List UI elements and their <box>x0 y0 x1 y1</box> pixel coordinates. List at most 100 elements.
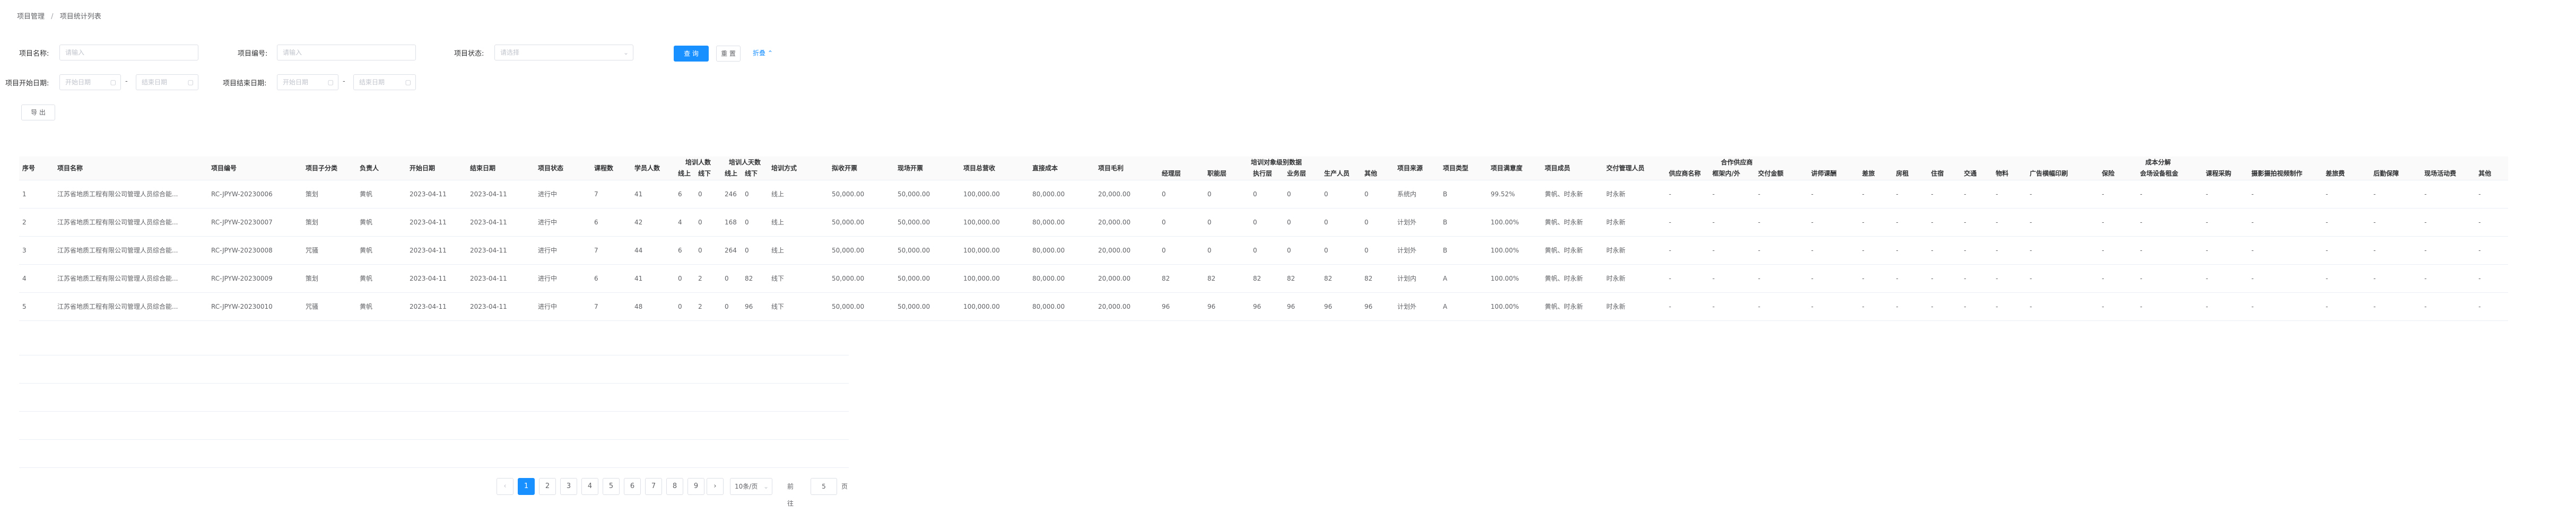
page-button-8[interactable]: 8 <box>666 478 683 495</box>
cell-code: RC-JPYW-20230009 <box>208 264 302 293</box>
start-date-to-input[interactable]: 结束日期 ▢ <box>136 74 198 90</box>
cell-fee: 50,000.00 <box>829 292 895 321</box>
cell-satisfaction: 99.52% <box>1487 180 1542 208</box>
cell-source: 系统内 <box>1394 180 1440 208</box>
page-button-3[interactable]: 3 <box>560 478 577 495</box>
calendar-icon: ▢ <box>187 79 194 86</box>
prev-page-button[interactable]: ‹ <box>497 478 514 495</box>
cell-code: RC-JPYW-20230010 <box>208 292 302 321</box>
page-button-1[interactable]: 1 <box>518 478 535 495</box>
cell-c-lecture: - <box>1808 236 1859 265</box>
cell-c-course: - <box>2203 292 2249 321</box>
header-c-course: 课程采购 <box>2203 167 2249 180</box>
cell-start: 2023-04-11 <box>406 180 467 208</box>
cell-delivery: 时永新 <box>1603 236 1666 265</box>
header-gross: 项目毛利 <box>1095 156 1159 180</box>
header-c-stay: 住宿 <box>1928 167 1961 180</box>
project-code-input[interactable]: 请输入 <box>277 45 416 60</box>
cell-c-report: - <box>2370 236 2422 265</box>
cell-lvl-dept: 82 <box>1204 264 1250 293</box>
cell-lvl-other: 82 <box>1361 264 1395 293</box>
header-c-misc: 现场活动费 <box>2421 167 2476 180</box>
empty-row <box>19 384 849 412</box>
start-date-from-placeholder: 开始日期 <box>65 79 91 86</box>
start-date-label: 项目开始日期: <box>5 80 49 88</box>
cell-c-report: - <box>2370 292 2422 321</box>
cell-online: 0 <box>675 264 695 293</box>
cell-sup-amount: - <box>1755 236 1808 265</box>
end-date-from-placeholder: 开始日期 <box>283 79 309 86</box>
cell-fee: 50,000.00 <box>829 208 895 237</box>
project-name-input[interactable]: 请输入 <box>59 45 198 60</box>
cell-direct-cost: 80,000.00 <box>1029 292 1095 321</box>
header-sup-scope: 框架内/外 <box>1709 167 1755 180</box>
page-size-select[interactable]: 10条/页 ⌄ <box>730 478 772 495</box>
cell-c-travel: - <box>1859 292 1893 321</box>
empty-row <box>19 327 849 355</box>
jump-page-input[interactable]: 5 <box>811 478 837 495</box>
cell-c-course: - <box>2203 208 2249 237</box>
header-students: 学员人数 <box>631 156 675 180</box>
cell-lvl-mgr: 0 <box>1159 236 1205 265</box>
cell-c-traffic: - <box>1961 208 1993 237</box>
cell-source: 计划外 <box>1394 236 1440 265</box>
cell-category: B <box>1440 180 1488 208</box>
header-source: 项目来源 <box>1394 156 1440 180</box>
cell-c-hotel: - <box>1893 180 1928 208</box>
cell-lvl-exec: 82 <box>1250 264 1284 293</box>
cell-satisfaction: 100.00% <box>1487 208 1542 237</box>
cell-category: A <box>1440 264 1488 293</box>
end-date-from-input[interactable]: 开始日期 ▢ <box>277 74 338 90</box>
end-date-to-input[interactable]: 结束日期 ▢ <box>353 74 416 90</box>
reset-button[interactable]: 重 置 <box>716 46 741 62</box>
cell-c-stay: - <box>1928 292 1961 321</box>
cell-category: B <box>1440 208 1488 237</box>
page-button-2[interactable]: 2 <box>539 478 556 495</box>
cell-c-ad: - <box>2026 292 2099 321</box>
page-button-5[interactable]: 5 <box>603 478 620 495</box>
header-c-hotel: 房租 <box>1893 167 1928 180</box>
header-c-ad: 广告横幅印刷 <box>2026 167 2099 180</box>
page-button-9[interactable]: 9 <box>687 478 704 495</box>
project-stats-table: 序号 项目名称 项目编号 项目子分类 负责人 开始日期 结束日期 项目状态 课程… <box>19 156 2576 321</box>
end-date-label: 项目结束日期: <box>223 80 267 88</box>
search-button[interactable]: 查 询 <box>674 46 709 62</box>
cell-c-insurance: - <box>2099 236 2137 265</box>
cell-c-traffic: - <box>1961 180 1993 208</box>
cell-lvl-biz: 82 <box>1284 264 1321 293</box>
cell-c-other: - <box>2475 292 2509 321</box>
table-row[interactable]: 1 江苏省地质工程有限公司管理人员综合能... RC-JPYW-20230006 策划… <box>19 180 2509 208</box>
header-sup-name: 供应商名称 <box>1666 167 1710 180</box>
project-status-select[interactable]: 请选择 ⌄ <box>494 45 633 60</box>
chevron-down-icon: ⌄ <box>623 49 629 56</box>
cell-delivery: 时永新 <box>1603 180 1666 208</box>
search-form: 项目名称: 请输入 项目编号: 请输入 项目状态: 请选择 ⌄ 查 询 重 置 … <box>0 42 849 95</box>
table-row[interactable]: 3 江苏省地质工程有限公司管理人员综合能... RC-JPYW-20230008 咒骚… <box>19 236 2509 265</box>
table-row[interactable]: 2 江苏省地质工程有限公司管理人员综合能... RC-JPYW-20230007 策划… <box>19 208 2509 237</box>
cell-c-other: - <box>2475 264 2509 293</box>
cell-lvl-mgr: 82 <box>1159 264 1205 293</box>
cell-start: 2023-04-11 <box>406 292 467 321</box>
start-date-from-input[interactable]: 开始日期 ▢ <box>59 74 121 90</box>
next-page-button[interactable]: › <box>707 478 724 495</box>
cell-lvl-exec: 0 <box>1250 236 1284 265</box>
table-row[interactable]: 4 江苏省地质工程有限公司管理人员综合能... RC-JPYW-20230009 策划… <box>19 264 2509 293</box>
cell-sup-name: - <box>1666 236 1710 265</box>
page-button-4[interactable]: 4 <box>581 478 598 495</box>
cell-invoiced: 50,000.00 <box>894 292 961 321</box>
table-row[interactable]: 5 江苏省地质工程有限公司管理人员综合能... RC-JPYW-20230010 咒骚… <box>19 292 2509 321</box>
collapse-button[interactable]: 折叠 ⌃ <box>748 46 778 62</box>
page-button-6[interactable]: 6 <box>624 478 641 495</box>
cell-offline: 2 <box>695 292 722 321</box>
breadcrumb-parent[interactable]: 项目管理 <box>17 13 45 21</box>
header-lvl-mgr: 经理层 <box>1159 167 1205 180</box>
cell-c-material: - <box>1992 292 2027 321</box>
cell-c-venue: - <box>2137 180 2203 208</box>
cell-c-insurance: - <box>2099 180 2137 208</box>
export-button[interactable]: 导 出 <box>21 105 55 120</box>
cell-offline: 2 <box>695 264 722 293</box>
cell-c-lecture: - <box>1808 264 1859 293</box>
cell-gross: 20,000.00 <box>1095 292 1159 321</box>
cell-lvl-biz: 0 <box>1284 236 1321 265</box>
page-button-7[interactable]: 7 <box>645 478 662 495</box>
